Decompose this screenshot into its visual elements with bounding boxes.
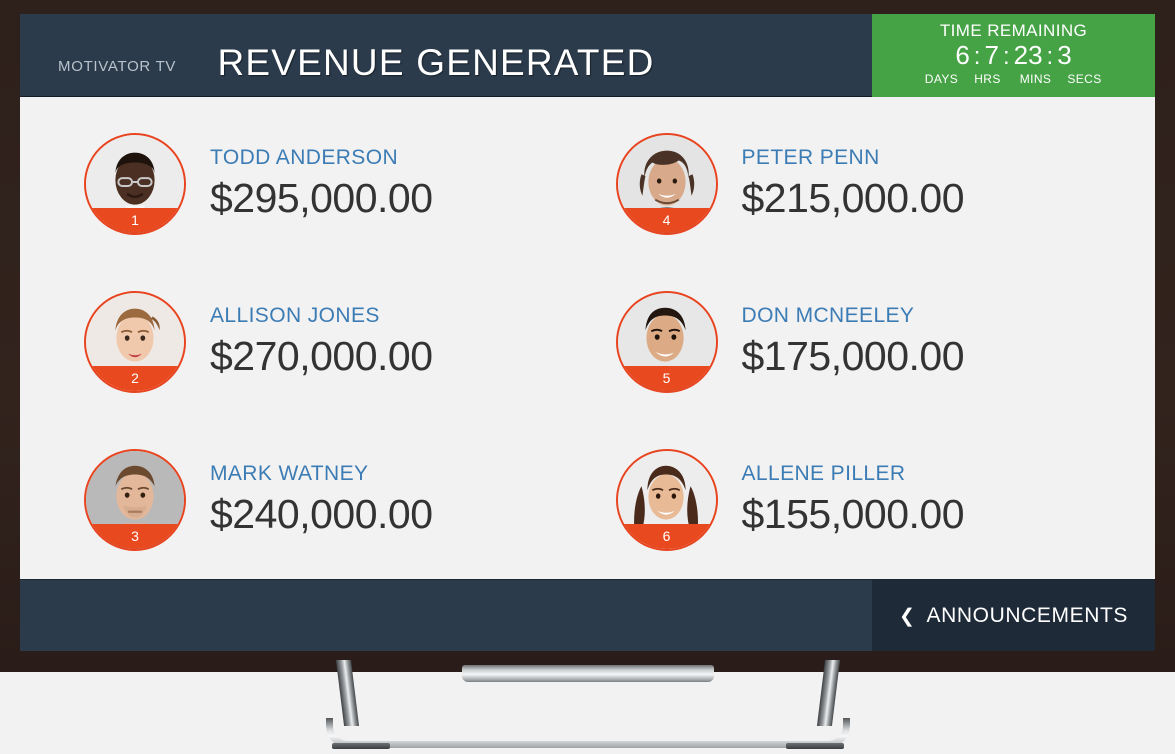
tv-screen: MOTIVATOR TV REVENUE GENERATED TIME REMA… [20, 14, 1155, 651]
announcements-label: ANNOUNCEMENTS [926, 604, 1128, 627]
leader-name: TODD ANDERSON [210, 146, 399, 169]
leader-name: ALLISON JONES [210, 304, 380, 327]
timer-minutes-label: MINS [1019, 72, 1052, 86]
leader-amount: $270,000.00 [210, 333, 433, 379]
app-footer: ❮ ANNOUNCEMENTS [20, 579, 1155, 651]
leaderboard-row[interactable]: 6 ALLENE PILLER $155,000.00 [588, 421, 1156, 579]
timer-heading: TIME REMAINING [939, 21, 1088, 40]
timer-hours-label: HRS [974, 72, 1001, 86]
tv-stand [308, 660, 868, 752]
timer-days-value: 6 [955, 40, 970, 70]
avatar: 5 [615, 291, 718, 393]
timer-seconds-value: 3 [1057, 40, 1072, 70]
leaderboard-row[interactable]: 1 TODD ANDERSON $295,000.00 [20, 105, 588, 263]
leader-info: TODD ANDERSON $295,000.00 [186, 145, 433, 223]
avatar: 4 [615, 133, 718, 235]
leader-info: ALLISON JONES $270,000.00 [186, 303, 433, 381]
leaderboard-row[interactable]: 3 MARK WATNEY $240,000.00 [20, 421, 588, 579]
rank-badge: 4 [617, 208, 716, 233]
avatar: 6 [615, 449, 718, 551]
leader-info: ALLENE PILLER $155,000.00 [718, 461, 965, 539]
timer-separator-1: : [973, 43, 981, 70]
tv-stand-base [325, 718, 850, 748]
timer-minutes-value: 23 [1013, 40, 1043, 70]
page-title: REVENUE GENERATED [217, 42, 655, 83]
leader-name: ALLENE PILLER [741, 462, 906, 485]
timer-hours-value: 7 [984, 40, 999, 70]
rank-badge: 6 [617, 524, 716, 549]
timer-separator-2: : [1002, 43, 1010, 70]
avatar: 3 [84, 449, 186, 551]
chevron-left-icon: ❮ [898, 605, 916, 627]
timer-days-label: DAYS [924, 72, 959, 86]
leader-info: PETER PENN $215,000.00 [718, 145, 965, 223]
avatar: 2 [84, 291, 186, 393]
timer-digits: 6 : 7 : 23 : 3 [872, 41, 1155, 71]
leaderboard-row[interactable]: 5 DON MCNEELEY $175,000.00 [588, 263, 1156, 421]
leader-info: MARK WATNEY $240,000.00 [186, 461, 433, 539]
rank-badge: 1 [86, 208, 184, 233]
leaderboard-row[interactable]: 4 PETER PENN $215,000.00 [588, 105, 1156, 263]
announcements-button[interactable]: ❮ ANNOUNCEMENTS [872, 580, 1155, 651]
leaderboard: 1 TODD ANDERSON $295,000.00 4 PETER PENN… [20, 97, 1155, 579]
leader-amount: $175,000.00 [741, 333, 965, 379]
tv-bezel: MOTIVATOR TV REVENUE GENERATED TIME REMA… [0, 0, 1175, 672]
rank-badge: 2 [86, 366, 184, 391]
timer-separator-3: : [1046, 43, 1054, 70]
tv-stand-leg-right [816, 660, 840, 726]
leader-amount: $155,000.00 [741, 491, 965, 537]
time-remaining-panel: TIME REMAINING 6 : 7 : 23 : 3 DAYS HRS M… [872, 14, 1155, 97]
avatar: 1 [84, 133, 186, 235]
timer-seconds-label: SECS [1067, 72, 1102, 86]
leaderboard-row[interactable]: 2 ALLISON JONES $270,000.00 [20, 263, 588, 421]
leader-name: MARK WATNEY [210, 462, 369, 485]
leader-amount: $240,000.00 [210, 491, 433, 537]
leader-name: PETER PENN [741, 146, 880, 169]
tv-stand-leg-left [335, 660, 359, 726]
leader-info: DON MCNEELEY $175,000.00 [718, 303, 965, 381]
leader-amount: $215,000.00 [741, 175, 965, 221]
rank-badge: 5 [617, 366, 716, 391]
rank-badge: 3 [86, 524, 184, 549]
leader-name: DON MCNEELEY [741, 304, 915, 327]
app-header: MOTIVATOR TV REVENUE GENERATED TIME REMA… [20, 14, 1155, 97]
leader-amount: $295,000.00 [210, 175, 433, 221]
tv-stand-foot-left [331, 743, 390, 749]
tv-stand-foot-right [785, 743, 844, 749]
timer-unit-labels: DAYS HRS MINS SECS [872, 72, 1155, 86]
